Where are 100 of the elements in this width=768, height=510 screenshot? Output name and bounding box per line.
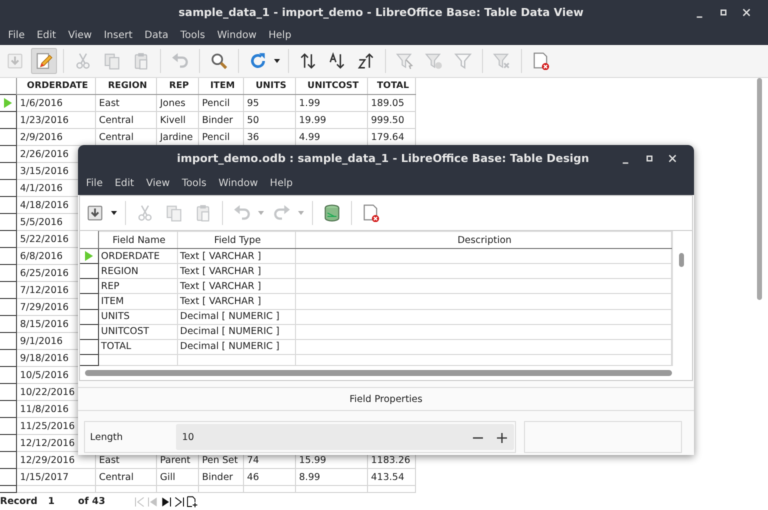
record-field[interactable]: 1 <box>38 496 74 507</box>
menu-item[interactable]: Tools <box>176 178 212 189</box>
section-heading: Field Properties <box>78 387 694 411</box>
table-cell: 8.99 <box>296 468 368 486</box>
row-header[interactable] <box>0 112 16 128</box>
row-header[interactable] <box>80 339 98 354</box>
table-cell: 46 <box>244 468 296 486</box>
row-header[interactable] <box>0 214 16 230</box>
menu-item[interactable]: Insert <box>98 30 139 40</box>
table-cell: Text [ VARCHAR ] <box>178 294 296 310</box>
pencil-icon[interactable] <box>31 48 57 74</box>
last-record-icon[interactable] <box>173 494 185 508</box>
table-cell: Decimal [ NUMERIC ] <box>178 324 296 340</box>
window-title: import_demo.odb : sample_data_1 - LibreOffice Base: Table Design <box>176 152 590 165</box>
row-header[interactable] <box>0 418 16 434</box>
row-header[interactable] <box>0 162 16 180</box>
table-cell: Decimal [ NUMERIC ] <box>178 339 296 354</box>
row-header[interactable] <box>0 94 16 112</box>
row-header[interactable] <box>0 298 16 316</box>
table-cell: Binder <box>198 112 244 128</box>
row-header[interactable] <box>80 309 98 324</box>
table-cell: Text [ VARCHAR ] <box>178 264 296 279</box>
row-header[interactable] <box>0 366 16 384</box>
column-header[interactable]: REP <box>156 78 198 94</box>
menu-item[interactable]: Help <box>262 30 298 40</box>
row-header[interactable] <box>0 196 16 214</box>
row-header[interactable] <box>0 434 16 452</box>
length-field[interactable]: 10 − + <box>176 424 514 450</box>
menu-item[interactable]: Edit <box>30 30 62 40</box>
row-header[interactable] <box>0 350 16 366</box>
row-header[interactable] <box>0 452 16 468</box>
menu-item[interactable]: Window <box>212 178 264 189</box>
menu-item[interactable]: View <box>140 178 176 189</box>
menu-item[interactable]: Help <box>264 178 299 189</box>
column-header[interactable]: Field Type <box>178 232 296 249</box>
column-header[interactable]: ITEM <box>198 78 244 94</box>
table-cell: Central <box>96 468 156 486</box>
row-header[interactable] <box>0 384 16 400</box>
table-cell: REP <box>98 278 178 294</box>
window-title: sample_data_1 - import_demo - LibreOffice Base: Table Data View <box>177 6 585 19</box>
table-cell: Text [ VARCHAR ] <box>178 278 296 294</box>
column-header[interactable]: UNITCOST <box>296 78 368 94</box>
table-cell: 95 <box>244 94 296 112</box>
row-header[interactable] <box>0 468 16 486</box>
menu-item[interactable]: Tools <box>174 30 212 40</box>
table-cell: 999.50 <box>368 112 416 128</box>
table-cell: UNITS <box>98 309 178 324</box>
scrollbar-thumb[interactable] <box>679 253 684 267</box>
current-row-icon <box>85 251 93 262</box>
new-record-icon[interactable] <box>186 494 198 508</box>
row-header[interactable] <box>0 400 16 418</box>
current-row-icon <box>4 98 12 108</box>
row-header[interactable] <box>0 248 16 264</box>
table-cell: 1/23/2016 <box>16 112 96 128</box>
row-header[interactable] <box>80 324 98 340</box>
menu-item[interactable]: File <box>2 30 31 40</box>
table-cell: TOTAL <box>98 339 178 354</box>
menu-item[interactable]: View <box>62 30 98 40</box>
table-cell: 413.54 <box>368 468 416 486</box>
increment-button[interactable]: + <box>490 428 514 446</box>
menu-item[interactable]: Data <box>138 30 174 40</box>
decrement-button[interactable]: − <box>466 428 490 446</box>
row-header[interactable] <box>0 146 16 162</box>
scrollbar-thumb[interactable] <box>757 78 762 300</box>
next-record-icon[interactable] <box>160 494 172 508</box>
table-cell: 189.05 <box>368 94 416 112</box>
table-cell: ORDERDATE <box>98 248 178 264</box>
table-cell: Decimal [ NUMERIC ] <box>178 309 296 324</box>
table-cell: Pencil <box>198 94 244 112</box>
table-cell: Text [ VARCHAR ] <box>178 248 296 264</box>
table-cell: 1/15/2017 <box>16 468 96 486</box>
row-header[interactable] <box>80 248 98 264</box>
scrollbar-thumb[interactable] <box>85 370 672 376</box>
row-header[interactable] <box>0 316 16 332</box>
menu-item[interactable]: Edit <box>108 178 140 189</box>
record-label: Record <box>0 496 38 507</box>
row-header[interactable] <box>80 264 98 279</box>
menu-item[interactable]: Window <box>211 30 262 40</box>
row-header[interactable] <box>80 294 98 310</box>
column-header[interactable]: Field Name <box>98 232 178 249</box>
column-header[interactable]: TOTAL <box>368 78 416 94</box>
column-header[interactable]: REGION <box>96 78 156 94</box>
row-header[interactable] <box>0 230 16 248</box>
row-header[interactable] <box>0 282 16 298</box>
record-count: of 43 <box>77 496 106 507</box>
table-cell: Kivell <box>156 112 198 128</box>
table-cell: 19.99 <box>296 112 368 128</box>
row-header[interactable] <box>0 128 16 146</box>
table-cell: 1/6/2016 <box>16 94 96 112</box>
table-cell: Central <box>96 112 156 128</box>
row-header[interactable] <box>0 332 16 350</box>
table-cell: 1.99 <box>296 94 368 112</box>
table-cell: UNITCOST <box>98 324 178 340</box>
column-header[interactable]: ORDERDATE <box>16 78 96 94</box>
column-header[interactable]: Description <box>296 232 672 249</box>
table-cell: ITEM <box>98 294 178 310</box>
column-header[interactable]: UNITS <box>244 78 296 94</box>
row-header[interactable] <box>80 278 98 294</box>
row-header[interactable] <box>0 264 16 282</box>
row-header[interactable] <box>0 180 16 196</box>
